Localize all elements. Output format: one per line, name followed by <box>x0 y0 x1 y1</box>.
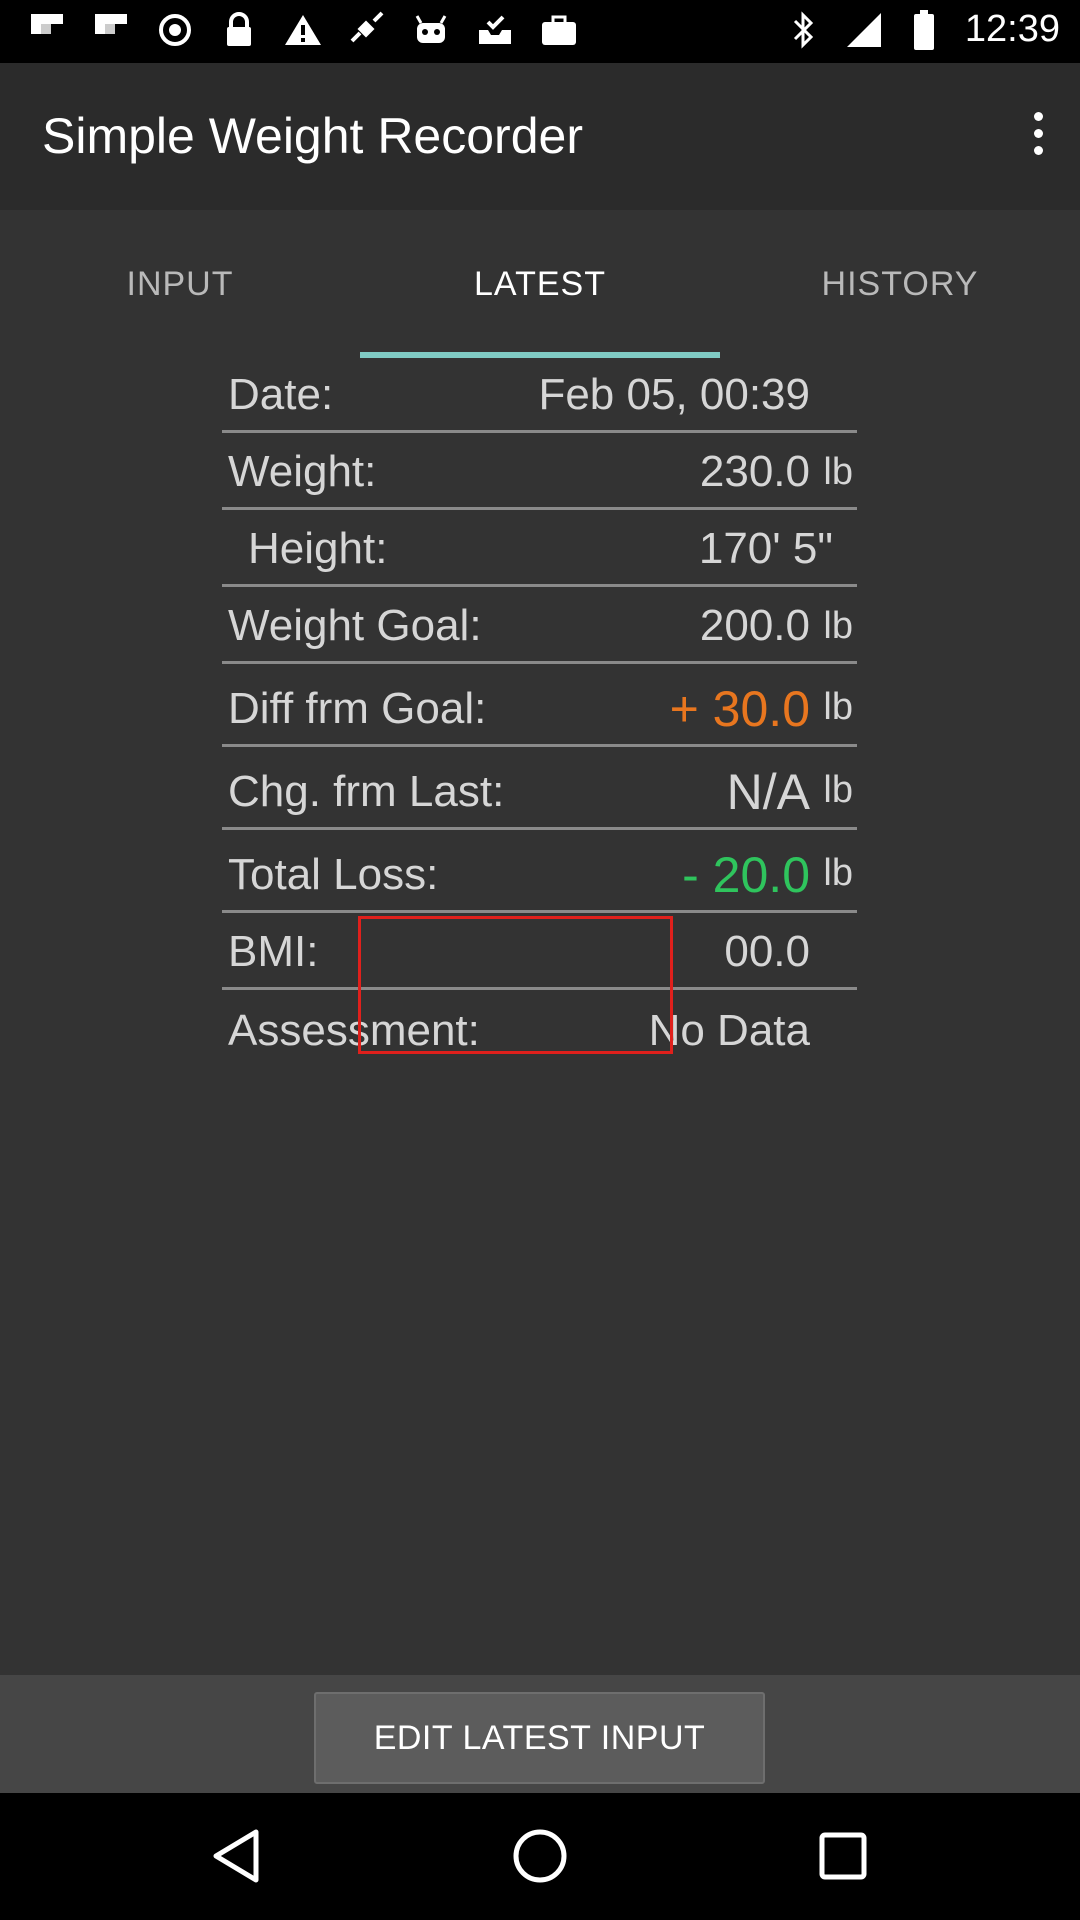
diff-from-goal-unit: lb <box>823 686 853 728</box>
back-icon[interactable] <box>204 1823 270 1889</box>
tab-history[interactable]: HISTORY <box>720 210 1080 358</box>
home-icon[interactable] <box>507 1823 573 1889</box>
bottom-action-area: EDIT LATEST INPUT <box>0 1675 1080 1793</box>
diff-from-goal-label: Diff frm Goal: <box>228 684 487 733</box>
signal-icon <box>845 10 883 50</box>
height-label: Height: <box>248 524 388 573</box>
weight-label: Weight: <box>228 447 377 496</box>
flipboard-icon <box>28 10 66 50</box>
edit-latest-input-button[interactable]: EDIT LATEST INPUT <box>314 1692 765 1784</box>
date-label: Date: <box>228 370 334 419</box>
total-loss-label: Total Loss: <box>228 850 439 899</box>
inbox-check-icon <box>476 10 514 50</box>
change-from-last-label: Chg. frm Last: <box>228 767 505 816</box>
weight-goal-value: 200.0 <box>699 601 810 650</box>
bmi-label: BMI: <box>228 927 319 976</box>
date-row: Date: Feb 05, 00:39 <box>222 358 857 433</box>
status-time: 12:39 <box>964 8 1060 50</box>
change-from-last-value: N/A <box>726 764 810 820</box>
total-loss-value: - 20.0 <box>682 847 810 903</box>
app-title: Simple Weight Recorder <box>42 108 583 164</box>
app-bar: Simple Weight Recorder <box>0 63 1080 210</box>
diff-from-goal-row: Diff frm Goal: + 30.0 lb <box>222 664 857 747</box>
weight-unit: lb <box>823 451 853 493</box>
highlight-box <box>358 916 673 1054</box>
weight-goal-label: Weight Goal: <box>228 601 482 650</box>
lock-icon <box>220 10 258 50</box>
warning-icon <box>284 10 322 50</box>
height-row: Height: 170' 5" <box>222 510 857 587</box>
fake-gps-icon <box>348 10 386 50</box>
change-from-last-unit: lb <box>823 769 853 811</box>
tab-input[interactable]: INPUT <box>0 210 360 358</box>
circle-icon <box>156 10 194 50</box>
weight-goal-row: Weight Goal: 200.0 lb <box>222 587 857 664</box>
weight-goal-unit: lb <box>823 605 853 647</box>
flipboard-icon <box>92 10 130 50</box>
date-value: Feb 05, 00:39 <box>538 370 810 419</box>
total-loss-row: Total Loss: - 20.0 lb <box>222 830 857 913</box>
tab-latest[interactable]: LATEST <box>360 210 720 358</box>
bluetooth-icon <box>785 10 823 50</box>
navigation-bar <box>0 1793 1080 1920</box>
android-icon <box>412 10 450 50</box>
change-from-last-row: Chg. frm Last: N/A lb <box>222 747 857 830</box>
briefcase-icon <box>540 10 578 50</box>
bmi-value: 00.0 <box>724 927 810 976</box>
battery-icon <box>905 9 943 50</box>
height-value: 170' 5" <box>698 524 833 573</box>
tab-bar: INPUT LATEST HISTORY <box>0 210 1080 358</box>
weight-row: Weight: 230.0 lb <box>222 433 857 510</box>
recent-apps-icon[interactable] <box>810 1823 876 1889</box>
diff-from-goal-value: + 30.0 <box>669 681 810 737</box>
status-bar: 12:39 <box>0 0 1080 63</box>
total-loss-unit: lb <box>823 852 853 894</box>
weight-value: 230.0 <box>699 447 810 496</box>
more-options-icon[interactable] <box>1016 103 1060 163</box>
